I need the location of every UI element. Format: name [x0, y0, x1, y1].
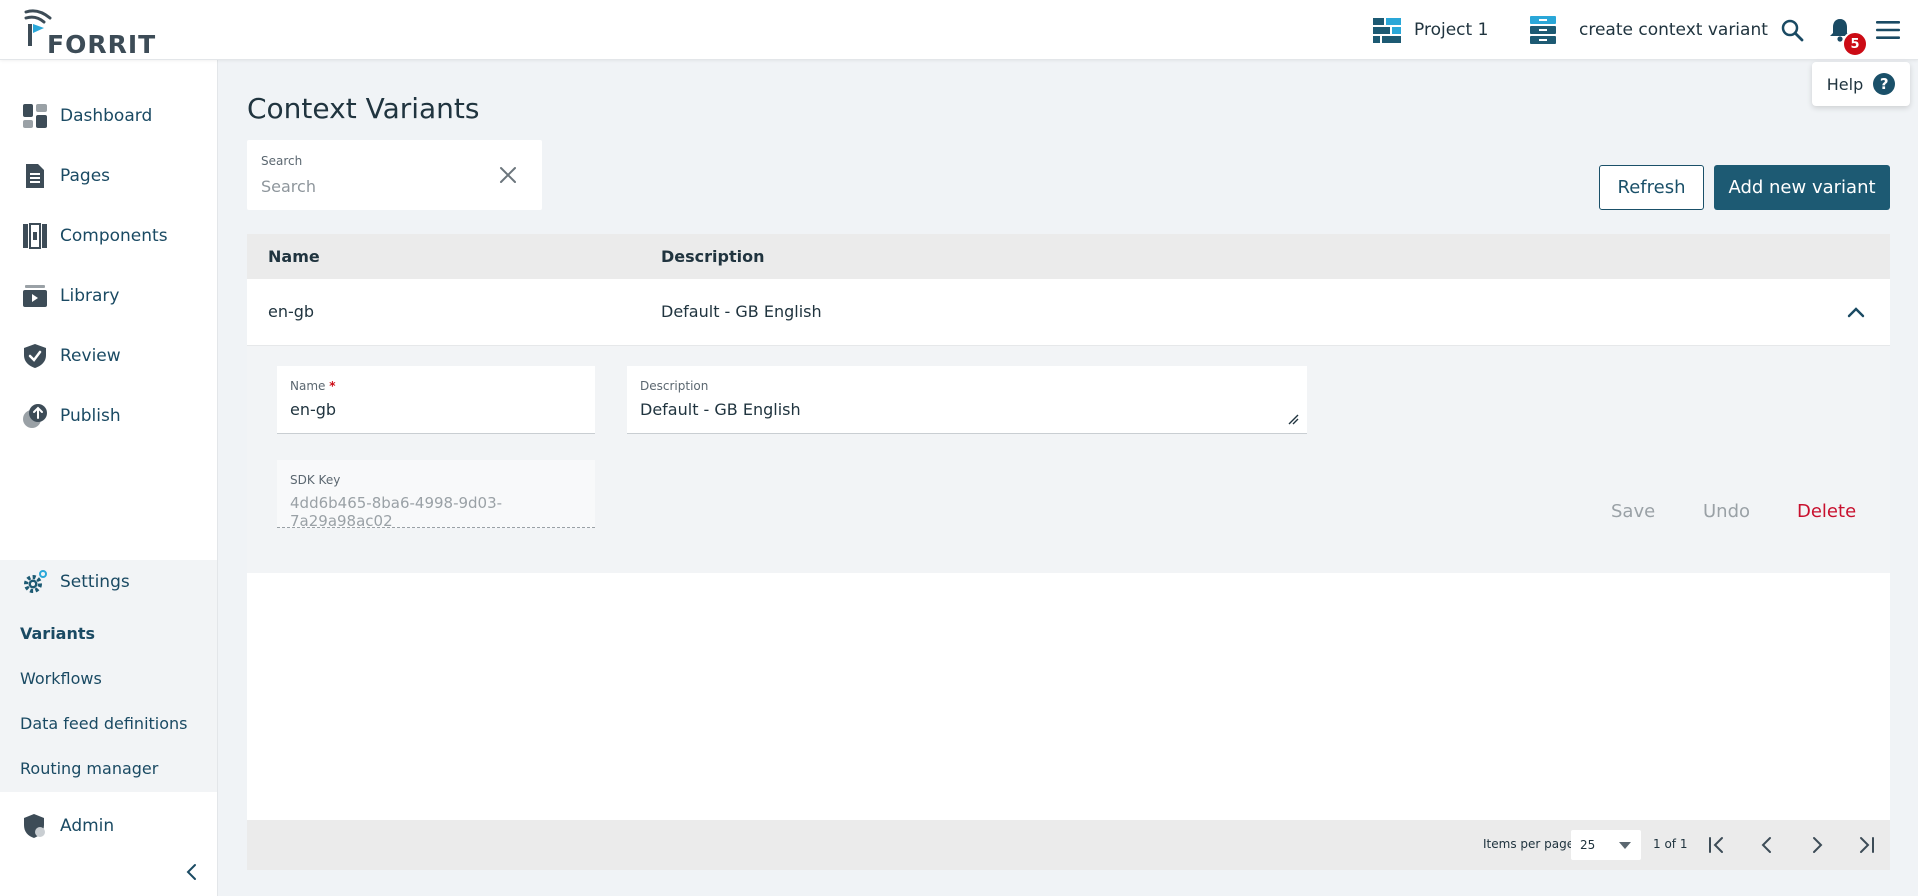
variant-detail-panel: Name * Description SDK Key 4dd6b465-8ba6…	[247, 346, 1890, 573]
top-bar: FORRIT Project 1 create context variant	[0, 0, 1918, 60]
forrit-logo[interactable]: FORRIT	[24, 6, 164, 59]
project-selector[interactable]: Project 1	[1372, 14, 1488, 46]
first-page-button[interactable]	[1703, 831, 1731, 859]
sidebar-item-publish[interactable]: Publish	[0, 394, 217, 438]
save-button[interactable]: Save	[1611, 501, 1655, 522]
clear-search-button[interactable]	[495, 162, 521, 188]
search-button[interactable]	[1776, 14, 1808, 46]
first-page-icon	[1709, 837, 1723, 853]
sidebar-item-label: Admin	[60, 816, 115, 836]
items-per-page-label: Items per page	[1483, 837, 1575, 851]
sidebar-subitem-variants[interactable]: Variants	[20, 624, 95, 643]
help-label: Help	[1826, 74, 1864, 94]
project-icon	[1373, 18, 1401, 43]
dashboard-icon	[21, 102, 49, 130]
search-icon	[1781, 19, 1804, 42]
collapse-row-button[interactable]	[1843, 299, 1869, 325]
publish-icon	[21, 402, 49, 430]
undo-button[interactable]: Undo	[1703, 501, 1750, 522]
sidebar-item-label: Publish	[60, 406, 121, 426]
sidebar-item-pages[interactable]: Pages	[0, 154, 217, 198]
column-header-name: Name	[268, 247, 320, 266]
sidebar-item-label: Review	[60, 346, 121, 366]
chevron-right-icon	[1813, 837, 1823, 853]
sidebar-item-review[interactable]: Review	[0, 334, 217, 378]
table-header: Name Description	[247, 234, 1890, 279]
collapse-sidebar-button[interactable]	[180, 860, 204, 884]
variants-table: Name Description en-gb Default - GB Engl…	[247, 234, 1890, 870]
last-page-icon	[1860, 837, 1874, 853]
pagination-bar: Items per page 25 1 of 1	[247, 820, 1890, 870]
sidebar-item-library[interactable]: Library	[0, 274, 217, 318]
caret-down-icon	[1619, 842, 1631, 849]
delete-button[interactable]: Delete	[1797, 501, 1856, 522]
variant-selector[interactable]: create context variant	[1529, 14, 1768, 46]
table-row[interactable]: en-gb Default - GB English	[247, 279, 1890, 346]
sidebar-item-components[interactable]: Components	[0, 214, 217, 258]
items-per-page-select[interactable]: 25	[1571, 830, 1641, 860]
previous-page-button[interactable]	[1753, 831, 1781, 859]
sidebar-item-admin[interactable]: Admin	[0, 804, 217, 848]
sdk-key-field: SDK Key 4dd6b465-8ba6-4998-9d03-7a29a98a…	[277, 460, 595, 530]
sidebar-item-label: Pages	[60, 166, 111, 186]
cell-name: en-gb	[268, 302, 315, 321]
chevron-left-icon	[186, 864, 196, 880]
sdk-key-label: SDK Key	[290, 473, 341, 487]
name-field-label: Name *	[290, 379, 336, 393]
menu-button[interactable]	[1872, 14, 1904, 46]
description-textarea[interactable]	[640, 400, 1240, 419]
sidebar-item-settings[interactable]: Settings	[0, 560, 217, 604]
cell-description: Default - GB English	[661, 302, 822, 321]
sidebar-item-label: Components	[60, 226, 168, 246]
sidebar-subitem-workflows[interactable]: Workflows	[20, 669, 102, 688]
sidebar-subitem-routing-manager[interactable]: Routing manager	[20, 759, 158, 778]
add-new-variant-button[interactable]: Add new variant	[1714, 165, 1890, 210]
column-header-description: Description	[661, 247, 765, 266]
sidebar-item-label: Dashboard	[60, 106, 153, 126]
name-field: Name *	[277, 366, 595, 434]
sidebar-item-label: Settings	[60, 572, 130, 592]
chevron-up-icon	[1847, 307, 1865, 318]
search-field: Search	[247, 140, 542, 210]
variant-label: create context variant	[1579, 20, 1768, 40]
sidebar: Dashboard Pages Components Library Revie…	[0, 60, 218, 896]
items-per-page-value: 25	[1580, 838, 1596, 852]
settings-section: Settings Variants Workflows Data feed de…	[0, 560, 217, 792]
notification-badge: 5	[1842, 31, 1868, 57]
last-page-button[interactable]	[1852, 831, 1880, 859]
sidebar-subitem-data-feed-definitions[interactable]: Data feed definitions	[20, 714, 188, 733]
required-marker: *	[329, 379, 336, 393]
project-label: Project 1	[1414, 20, 1489, 40]
refresh-button[interactable]: Refresh	[1599, 165, 1704, 210]
help-button[interactable]: Help ?	[1812, 62, 1910, 106]
close-icon	[500, 167, 516, 183]
next-page-button[interactable]	[1803, 831, 1831, 859]
help-icon: ?	[1873, 73, 1896, 95]
search-label: Search	[261, 154, 303, 168]
variant-stack-icon	[1530, 16, 1556, 44]
admin-shield-icon	[21, 812, 49, 840]
components-icon	[21, 222, 49, 250]
description-field-label: Description	[640, 379, 709, 393]
name-input[interactable]	[290, 400, 590, 419]
sidebar-item-label: Library	[60, 286, 120, 306]
sdk-key-value: 4dd6b465-8ba6-4998-9d03-7a29a98ac02	[290, 494, 503, 530]
chevron-left-icon	[1761, 837, 1771, 853]
library-icon	[21, 282, 49, 310]
gear-icon	[21, 568, 49, 596]
hamburger-menu-icon	[1876, 21, 1900, 39]
pages-icon	[21, 162, 49, 190]
page-title: Context Variants	[247, 92, 480, 125]
description-field: Description	[627, 366, 1307, 434]
search-input[interactable]	[261, 174, 481, 198]
review-icon	[21, 342, 49, 370]
resize-handle-icon[interactable]	[1287, 413, 1299, 425]
sidebar-item-dashboard[interactable]: Dashboard	[0, 94, 217, 138]
logo-text: FORRIT	[47, 30, 157, 59]
page-info: 1 of 1	[1653, 837, 1688, 851]
